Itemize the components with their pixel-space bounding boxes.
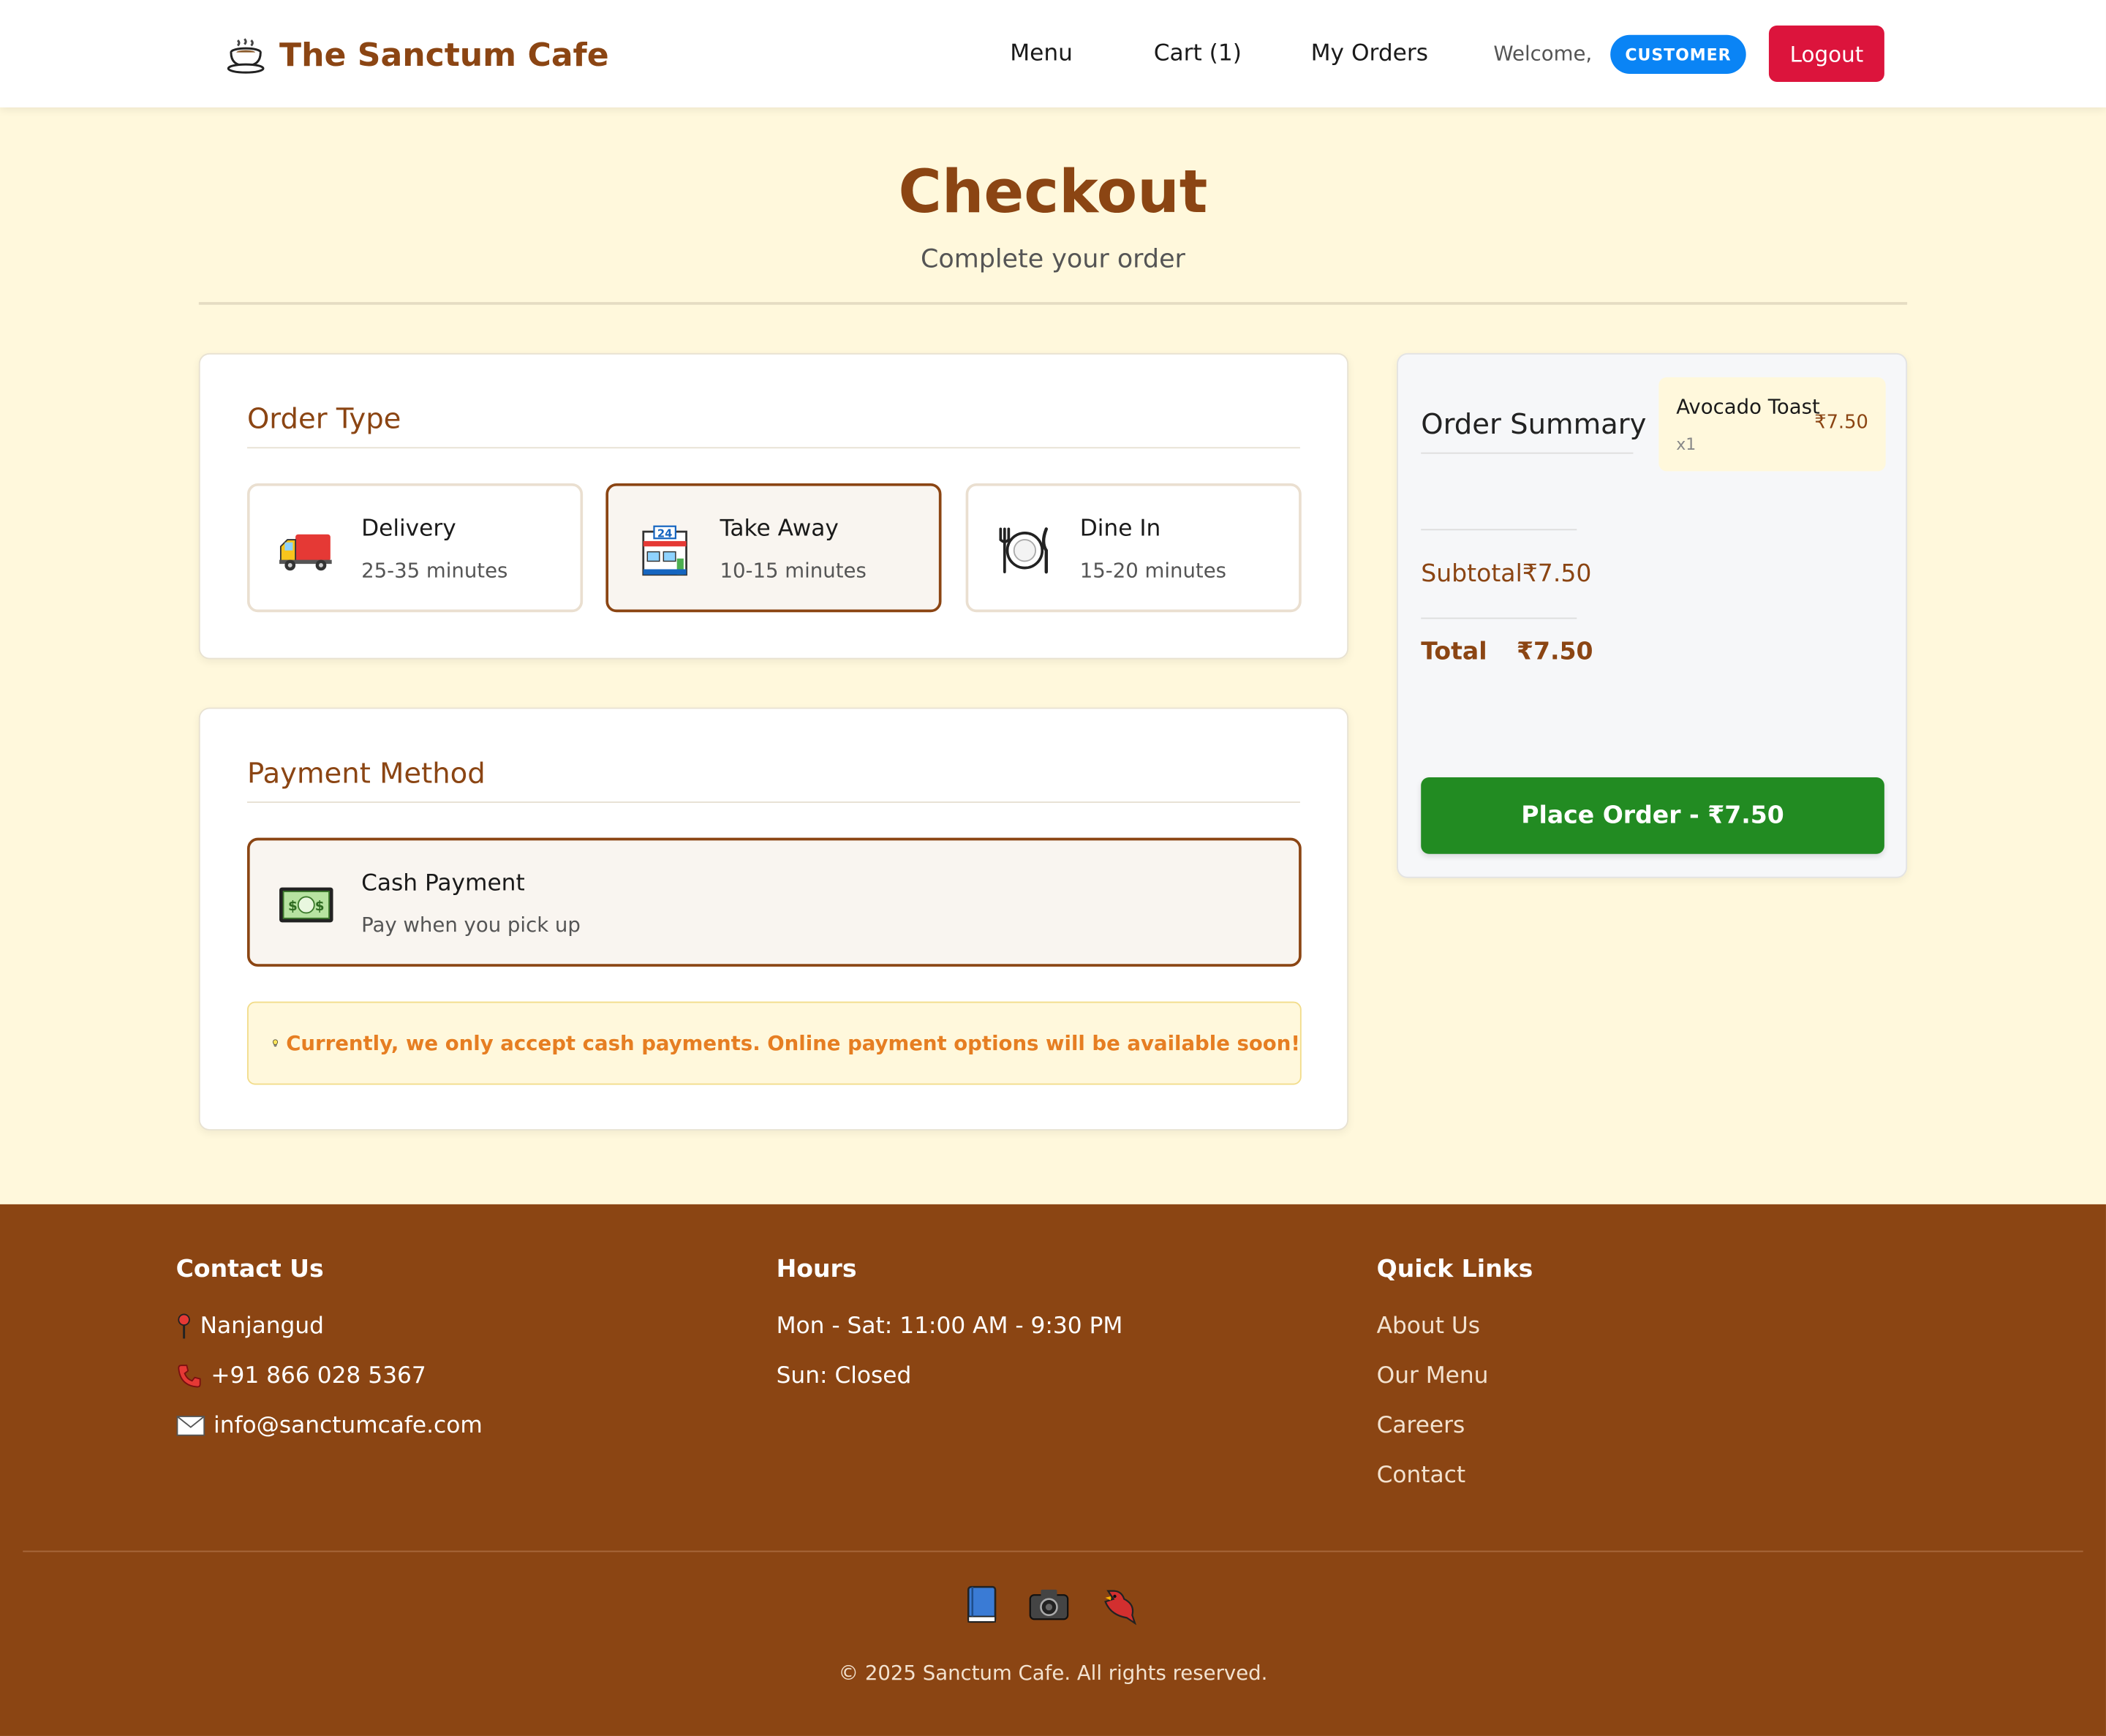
book-icon[interactable] <box>960 1583 1003 1626</box>
footer-link-contact[interactable]: Contact <box>1377 1462 1465 1489</box>
svg-text:$: $ <box>288 899 298 914</box>
payment-option-cash[interactable]: $ $ Cash Payment Pay when you pick up <box>246 837 1302 967</box>
order-type-delivery[interactable]: Delivery 25-35 minutes <box>246 483 584 613</box>
page-subtitle: Complete your order <box>921 244 1185 274</box>
delivery-time: 25-35 minutes <box>361 558 508 583</box>
footer-links-title: Quick Links <box>1376 1255 1533 1284</box>
order-type-dine-in[interactable]: Dine In 15-20 minutes <box>965 483 1302 613</box>
order-type-card: Order Type Delivery 25-35 minutes 24 Tak… <box>198 352 1349 660</box>
delivery-label: Delivery <box>361 516 456 543</box>
order-type-rule <box>246 447 1300 449</box>
order-type-title: Order Type <box>246 402 401 435</box>
payment-method-title: Payment Method <box>246 757 486 790</box>
footer-link-careers[interactable]: Careers <box>1377 1412 1465 1439</box>
footer-contact-title: Contact Us <box>176 1255 324 1284</box>
subtotal-value: ₹7.50 <box>1522 559 1592 589</box>
order-summary-title: Order Summary <box>1421 408 1647 441</box>
dine-in-time: 15-20 minutes <box>1079 558 1227 583</box>
nav-link-menu[interactable]: Menu <box>1010 40 1073 67</box>
delivery-truck-icon <box>279 534 332 571</box>
store-24-icon: 24 <box>642 525 687 576</box>
navbar: The Sanctum Cafe Menu Cart (1) My Orders… <box>0 0 2106 107</box>
coffee-cup-icon <box>227 38 265 74</box>
welcome-text: Welcome, <box>1493 41 1593 66</box>
subtotal-label: Subtotal <box>1421 559 1522 589</box>
summary-item: Avocado Toast ₹7.50 x1 <box>1658 377 1886 472</box>
camera-icon[interactable] <box>1027 1583 1071 1626</box>
summary-item-qty: x1 <box>1676 434 1696 454</box>
footer-hours-title: Hours <box>776 1255 857 1284</box>
footer-address-text: Nanjangud <box>200 1313 324 1340</box>
nav-link-my-orders[interactable]: My Orders <box>1311 40 1428 67</box>
role-badge: CUSTOMER <box>1610 34 1746 74</box>
summary-item-price: ₹7.50 <box>1814 412 1868 434</box>
footer-divider <box>23 1550 2083 1552</box>
payment-method-card: Payment Method $ $ Cash Payment Pay when… <box>198 707 1349 1131</box>
footer-hours-sunday: Sun: Closed <box>776 1362 912 1390</box>
footer-email: info@sanctumcafe.com <box>176 1412 483 1439</box>
order-summary-title-rule <box>1421 452 1634 454</box>
footer-hours-weekday: Mon - Sat: 11:00 AM - 9:30 PM <box>776 1313 1123 1340</box>
footer-copyright: © 2025 Sanctum Cafe. All rights reserved… <box>838 1661 1268 1686</box>
envelope-icon <box>176 1416 205 1436</box>
summary-item-name: Avocado Toast <box>1676 394 1820 419</box>
cash-icon: $ $ <box>279 887 333 923</box>
footer-link-menu[interactable]: Our Menu <box>1377 1363 1489 1390</box>
svg-text:$: $ <box>315 899 325 914</box>
place-order-button[interactable]: Place Order - ₹7.50 <box>1421 777 1884 854</box>
payment-notice: Currently, we only accept cash payments.… <box>246 1001 1302 1085</box>
page-title: Checkout <box>898 158 1208 227</box>
nav-link-cart[interactable]: Cart (1) <box>1154 40 1242 67</box>
map-pin-icon <box>178 1313 190 1339</box>
payment-notice-text: Currently, we only accept cash payments.… <box>286 1031 1300 1056</box>
bird-icon[interactable] <box>1098 1583 1141 1626</box>
header-divider <box>198 302 1908 305</box>
subtotal-row: Subtotal₹7.50 <box>1421 560 1591 589</box>
svg-text:24: 24 <box>657 527 672 540</box>
plate-cutlery-icon <box>999 527 1048 574</box>
summary-rule-top <box>1421 529 1577 531</box>
take-away-label: Take Away <box>720 516 839 543</box>
footer-phone-text: +91 866 028 5367 <box>211 1362 426 1390</box>
take-away-time: 10-15 minutes <box>720 558 867 583</box>
brand[interactable]: The Sanctum Cafe <box>226 32 609 78</box>
total-row: Total ₹7.50 <box>1421 638 1593 666</box>
footer-address: Nanjangud <box>176 1313 324 1340</box>
cash-payment-desc: Pay when you pick up <box>361 913 581 937</box>
lightbulb-icon <box>273 1039 278 1047</box>
order-summary-card: Order Summary Avocado Toast ₹7.50 x1 Sub… <box>1397 352 1908 878</box>
total-label: Total <box>1421 638 1487 666</box>
order-type-take-away[interactable]: 24 Take Away 10-15 minutes <box>605 483 942 613</box>
footer: Contact Us Nanjangud +91 866 028 5367 in… <box>0 1204 2106 1736</box>
footer-link-about[interactable]: About Us <box>1377 1313 1480 1340</box>
dine-in-label: Dine In <box>1079 516 1161 543</box>
footer-phone: +91 866 028 5367 <box>176 1362 426 1390</box>
cash-payment-label: Cash Payment <box>361 869 525 897</box>
phone-icon <box>178 1365 201 1388</box>
brand-name: The Sanctum Cafe <box>279 36 609 74</box>
footer-email-text: info@sanctumcafe.com <box>214 1412 483 1440</box>
summary-rule-mid <box>1421 617 1577 619</box>
payment-method-rule <box>246 801 1300 803</box>
logout-button[interactable]: Logout <box>1768 25 1884 82</box>
total-value: ₹7.50 <box>1516 638 1593 666</box>
